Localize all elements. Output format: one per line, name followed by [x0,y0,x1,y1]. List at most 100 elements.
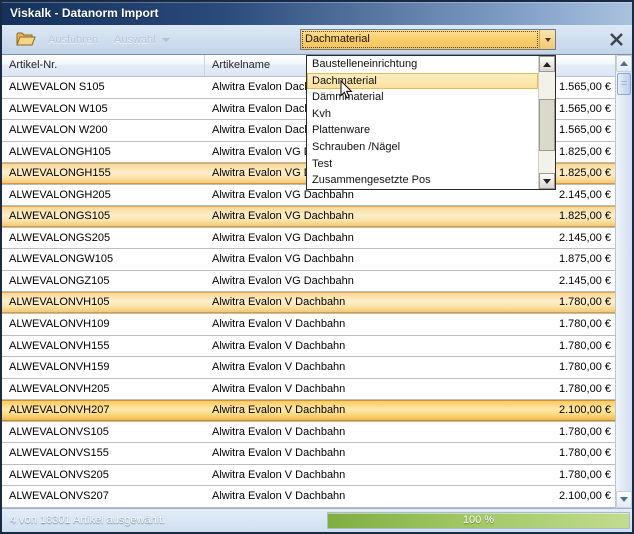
article-number-cell: ALWEVALON W105 [2,99,205,120]
arrow-down-icon [620,497,628,502]
article-price-cell: 1.780,00 € [432,443,615,464]
article-number-cell: ALWEVALONGH105 [2,142,205,163]
table-row[interactable]: ALWEVALONVH109 Alwitra Evalon V Dachbahn… [2,314,615,336]
article-price-cell: 1.875,00 € [432,249,615,270]
mouse-cursor-icon [340,80,353,105]
auswahl-dropdown-button[interactable]: Auswahl [114,30,170,50]
article-number-cell: ALWEVALONVH159 [2,357,205,378]
scroll-up-button[interactable] [616,55,632,72]
article-number-cell: ALWEVALONGH205 [2,185,205,206]
article-number-cell: ALWEVALONVS155 [2,443,205,464]
table-row[interactable]: ALWEVALONGS105 Alwitra Evalon VG Dachbah… [2,206,615,228]
table-row[interactable]: ALWEVALONVH207 Alwitra Evalon V Dachbahn… [2,400,615,422]
article-name-cell: Alwitra Evalon V Dachbahn [205,314,432,335]
article-number-cell: ALWEVALON S105 [2,77,205,98]
open-file-button[interactable] [16,30,37,50]
article-number-cell: ALWEVALONVS207 [2,486,205,507]
datanorm-import-window: Viskalk - Datanorm Import Ausführen Ausw… [0,0,634,534]
table-row[interactable]: ALWEVALONGW105 Alwitra Evalon VG Dachbah… [2,249,615,271]
article-name-cell: Alwitra Evalon V Dachbahn [205,486,432,507]
article-name-cell: Alwitra Evalon V Dachbahn [205,292,432,313]
arrow-up-icon [543,62,551,67]
toolbar: Ausführen Auswahl Dachmaterial [2,25,632,55]
close-button[interactable] [606,29,626,49]
dropdown-item[interactable]: Test [307,156,538,173]
category-dropdown-list: BaustelleneinrichtungDachmaterialDämmmat… [306,55,556,190]
dropdown-scrollbar-track[interactable] [539,151,555,173]
article-name-cell: Alwitra Evalon V Dachbahn [205,443,432,464]
article-number-cell: ALWEVALONGS205 [2,228,205,249]
article-number-cell: ALWEVALONVH105 [2,292,205,313]
dropdown-item[interactable]: Baustelleneinrichtung [307,56,538,73]
ausfuehren-label: Ausführen [48,34,98,46]
table-row[interactable]: ALWEVALONVH105 Alwitra Evalon V Dachbahn… [2,292,615,314]
status-bar: 4 von 18301 Artikel ausgewählt. 100 % [2,508,632,532]
dropdown-scrollbar-thumb[interactable] [539,99,555,151]
selection-status-text: 4 von 18301 Artikel ausgewählt. [10,514,165,526]
title-bar[interactable]: Viskalk - Datanorm Import [2,2,632,25]
article-price-cell: 1.780,00 € [432,357,615,378]
dropdown-items: BaustelleneinrichtungDachmaterialDämmmat… [307,56,538,189]
dropdown-item[interactable]: Plattenware [307,122,538,139]
article-price-cell: 2.145,00 € [432,228,615,249]
ausfuehren-button[interactable]: Ausführen [48,30,98,50]
arrow-down-icon [543,179,551,184]
article-price-cell: 2.100,00 € [432,486,615,507]
dropdown-scroll-down-button[interactable] [539,173,555,189]
article-price-cell: 1.780,00 € [432,314,615,335]
category-combobox-value[interactable]: Dachmaterial [301,30,539,49]
article-price-cell: 1.780,00 € [432,422,615,443]
table-row[interactable]: ALWEVALONGZ105 Alwitra Evalon VG Dachbah… [2,271,615,293]
table-row[interactable]: ALWEVALONVH205 Alwitra Evalon V Dachbahn… [2,379,615,401]
chevron-down-icon [162,38,170,42]
dropdown-item[interactable]: Kvh [307,106,538,123]
table-row[interactable]: ALWEVALONVS207 Alwitra Evalon V Dachbahn… [2,486,615,508]
dropdown-item[interactable]: Schrauben /Nägel [307,139,538,156]
arrow-up-icon [620,61,628,66]
table-row[interactable]: ALWEVALONVS205 Alwitra Evalon V Dachbahn… [2,465,615,487]
table-row[interactable]: ALWEVALONVH159 Alwitra Evalon V Dachbahn… [2,357,615,379]
article-name-cell: Alwitra Evalon V Dachbahn [205,400,432,421]
article-number-cell: ALWEVALONVS105 [2,422,205,443]
article-name-cell: Alwitra Evalon VG Dachbahn [205,206,432,227]
table-row[interactable]: ALWEVALONGS205 Alwitra Evalon VG Dachbah… [2,228,615,250]
article-name-cell: Alwitra Evalon VG Dachbahn [205,249,432,270]
table-row[interactable]: ALWEVALONVS155 Alwitra Evalon V Dachbahn… [2,443,615,465]
progress-percent-label: 100 % [328,513,629,528]
close-icon [609,32,624,47]
article-name-cell: Alwitra Evalon V Dachbahn [205,336,432,357]
article-number-cell: ALWEVALONVS205 [2,465,205,486]
article-number-cell: ALWEVALONVH155 [2,336,205,357]
article-name-cell: Alwitra Evalon VG Dachbahn [205,228,432,249]
article-name-cell: Alwitra Evalon V Dachbahn [205,379,432,400]
progress-bar: 100 % [327,512,630,529]
article-price-cell: 2.100,00 € [432,400,615,421]
dropdown-scrollbar[interactable] [538,56,555,189]
table-row[interactable]: ALWEVALONVH155 Alwitra Evalon V Dachbahn… [2,336,615,358]
table-scrollbar[interactable] [615,55,632,508]
dropdown-item[interactable]: Zusammengesetzte Pos [307,172,538,189]
article-price-cell: 1.780,00 € [432,379,615,400]
combobox-dropdown-button[interactable] [539,30,555,49]
article-price-cell: 1.780,00 € [432,465,615,486]
scrollbar-track[interactable] [616,96,632,491]
article-price-cell: 1.780,00 € [432,336,615,357]
article-name-cell: Alwitra Evalon VG Dachbahn [205,271,432,292]
dropdown-scroll-up-button[interactable] [539,56,555,72]
article-number-cell: ALWEVALONVH205 [2,379,205,400]
scrollbar-thumb[interactable] [617,73,631,95]
article-number-cell: ALWEVALONGS105 [2,206,205,227]
open-folder-icon [16,30,37,50]
scroll-down-button[interactable] [616,491,632,508]
article-name-cell: Alwitra Evalon V Dachbahn [205,357,432,378]
window-title: Viskalk - Datanorm Import [10,6,159,20]
article-price-cell: 2.145,00 € [432,271,615,292]
chevron-down-icon [545,38,551,42]
article-name-cell: Alwitra Evalon V Dachbahn [205,422,432,443]
article-name-cell: Alwitra Evalon V Dachbahn [205,465,432,486]
column-header-artikel-nr[interactable]: Artikel-Nr. [2,55,205,76]
category-combobox[interactable]: Dachmaterial [300,29,556,50]
table-row[interactable]: ALWEVALONVS105 Alwitra Evalon V Dachbahn… [2,422,615,444]
article-price-cell: 1.825,00 € [432,206,615,227]
article-number-cell: ALWEVALONVH207 [2,400,205,421]
